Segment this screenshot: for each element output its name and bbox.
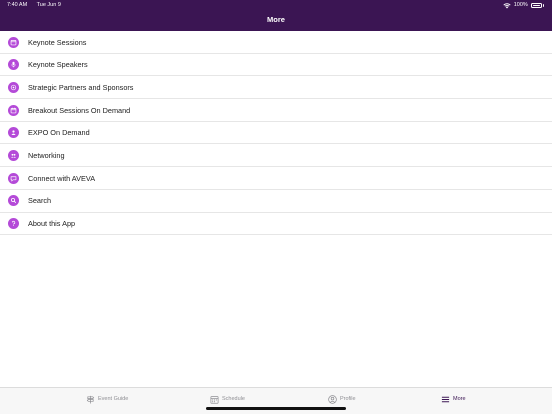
home-indicator[interactable] xyxy=(206,407,346,410)
tab-label: Profile xyxy=(340,396,356,402)
more-menu-list: Keynote Sessions Keynote Speakers Strate… xyxy=(0,31,552,236)
tab-label: Event Guide xyxy=(98,396,129,402)
wifi-icon xyxy=(503,2,511,8)
chat-icon xyxy=(8,172,19,184)
microphone-icon xyxy=(8,59,19,71)
menu-item-expo-on-demand[interactable]: EXPO On Demand xyxy=(0,122,552,145)
tab-schedule[interactable]: Schedule xyxy=(210,393,245,405)
menu-item-label: About this App xyxy=(28,219,76,228)
calendar-icon xyxy=(8,104,19,116)
menu-item-label: Keynote Speakers xyxy=(28,60,88,70)
menu-item-breakout-sessions[interactable]: Breakout Sessions On Demand xyxy=(0,99,552,122)
people-icon xyxy=(8,149,19,161)
menu-item-about-this-app[interactable]: About this App xyxy=(0,213,552,236)
calendar-icon xyxy=(8,36,19,48)
battery-icon xyxy=(530,3,542,8)
menu-item-label: Strategic Partners and Sponsors xyxy=(28,82,134,92)
menu-item-label: Connect with AVEVA xyxy=(28,173,96,183)
booth-icon xyxy=(8,127,19,139)
menu-item-label: Keynote Sessions xyxy=(28,37,87,47)
question-icon xyxy=(8,218,19,229)
battery-nub xyxy=(542,4,544,7)
tab-profile[interactable]: Profile xyxy=(328,393,356,405)
menu-item-search[interactable]: Search xyxy=(0,190,552,213)
menu-item-keynote-sessions[interactable]: Keynote Sessions xyxy=(0,31,552,54)
status-date: Tue Jun 9 xyxy=(36,2,61,8)
handshake-icon xyxy=(8,81,19,93)
tab-event-guide[interactable]: Event Guide xyxy=(86,393,128,405)
tab-more[interactable]: More xyxy=(441,393,466,405)
menu-item-connect-with-aveva[interactable]: Connect with AVEVA xyxy=(0,167,552,190)
status-time: 7:40 AM xyxy=(7,2,28,8)
menu-item-networking[interactable]: Networking xyxy=(0,144,552,168)
app-header: 7:40 AM Tue Jun 9 100% More xyxy=(0,0,552,31)
search-icon xyxy=(8,195,19,207)
status-bar-right: 100% xyxy=(503,2,544,9)
page-title: More xyxy=(267,15,285,24)
signpost-icon xyxy=(86,395,95,404)
menu-item-label: EXPO On Demand xyxy=(28,128,90,138)
menu-item-label: Search xyxy=(28,196,52,206)
menu-item-keynote-speakers[interactable]: Keynote Speakers xyxy=(0,54,552,77)
menu-item-label: Breakout Sessions On Demand xyxy=(28,105,131,115)
tab-label: Schedule xyxy=(222,396,245,402)
tab-label: More xyxy=(453,396,466,402)
calendar-icon xyxy=(210,395,219,404)
status-bar-left: 7:40 AM Tue Jun 9 xyxy=(7,2,69,9)
menu-icon xyxy=(441,396,450,402)
menu-item-strategic-partners[interactable]: Strategic Partners and Sponsors xyxy=(0,76,552,100)
person-icon xyxy=(328,394,337,404)
menu-item-label: Networking xyxy=(28,150,65,160)
battery-percentage: 100% xyxy=(513,2,528,8)
